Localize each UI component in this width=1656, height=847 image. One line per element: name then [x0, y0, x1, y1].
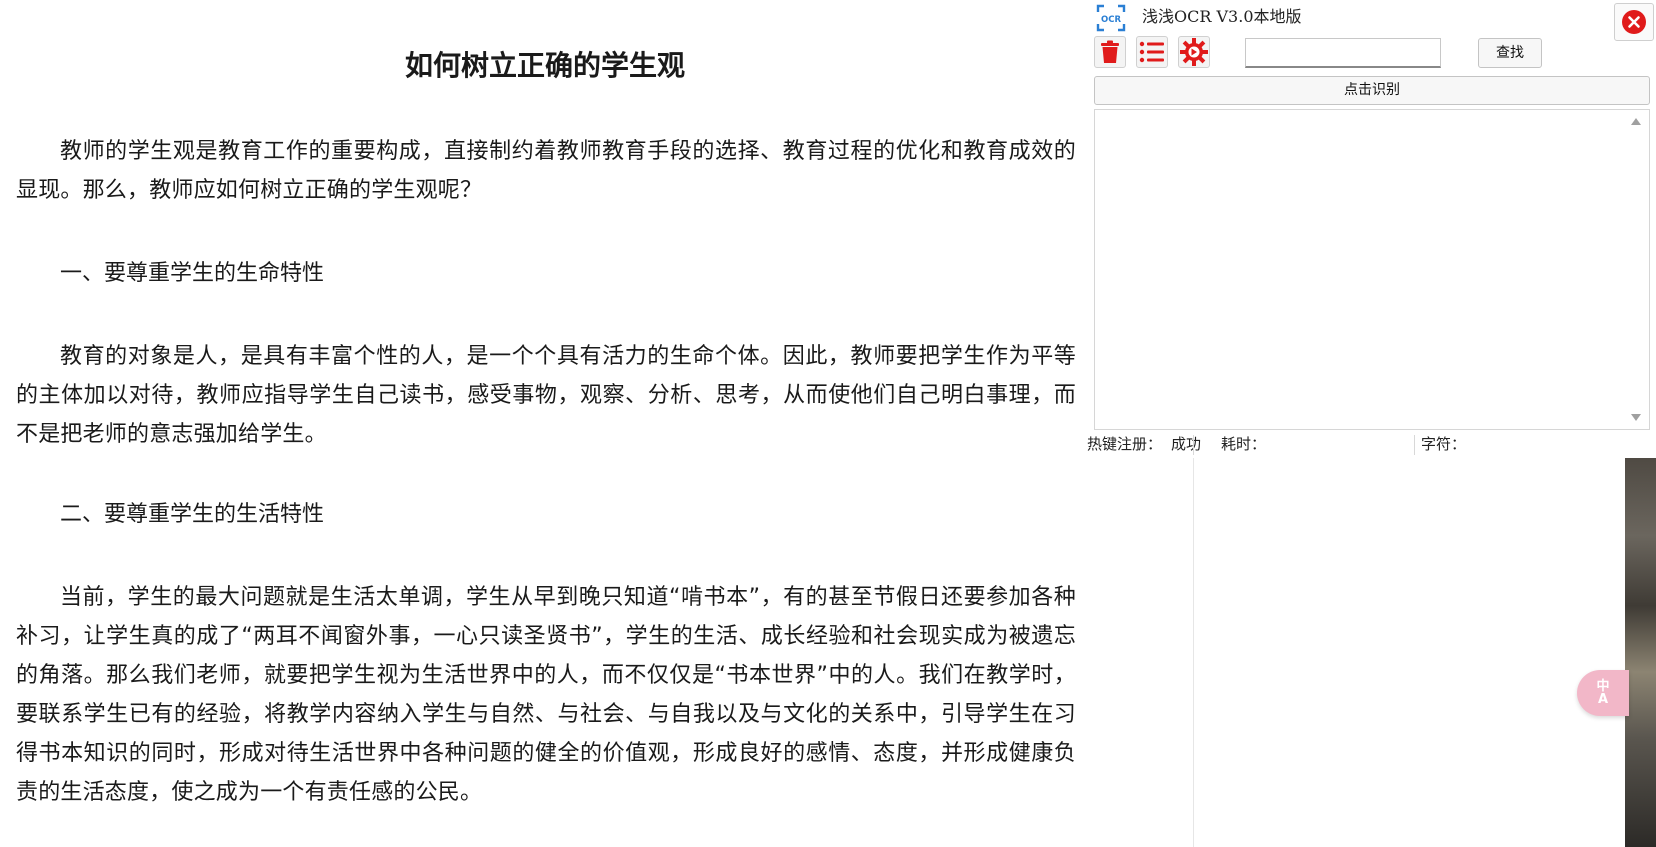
- paragraph-intro: 教师的学生观是教育工作的重要构成，直接制约着教师教育手段的选择、教育过程的优化和…: [16, 139, 1076, 203]
- status-divider: [1193, 435, 1194, 455]
- trash-icon: [1101, 40, 1119, 63]
- translate-icon-bottom: A: [1597, 692, 1609, 707]
- status-divider: [1414, 435, 1415, 455]
- recognize-button[interactable]: 点击识别: [1094, 76, 1650, 105]
- history-list-button[interactable]: [1136, 36, 1168, 68]
- char-count-label: 字符：: [1421, 435, 1467, 453]
- status-bar: 热键注册： 成功 耗时： 字符：: [1087, 432, 1656, 458]
- elapsed-time-label: 耗时：: [1221, 435, 1267, 453]
- document-title: 如何树立正确的学生观: [404, 49, 685, 82]
- paragraph-section-1: 教育的对象是人，是具有丰富个性的人，是一个个具有活力的生命个体。因此，教师要把学…: [16, 344, 1076, 447]
- ocr-result-textarea[interactable]: [1094, 109, 1650, 430]
- ocr-logo-icon: OCR: [1096, 4, 1126, 32]
- search-input[interactable]: [1245, 38, 1441, 68]
- ocr-window: OCR 浅浅OCR V3.0本地版 查找 点击识别 热键注册： 成功 耗时： 字…: [1087, 0, 1656, 847]
- list-icon: [1139, 41, 1164, 63]
- settings-button[interactable]: [1178, 36, 1210, 68]
- clear-button[interactable]: [1094, 36, 1126, 68]
- close-icon: [1622, 10, 1646, 34]
- paragraph-section-2: 当前，学生的最大问题就是生活太单调，学生从早到晚只知道“啃书本”，有的甚至节假日…: [16, 585, 1076, 805]
- close-button[interactable]: [1614, 3, 1654, 41]
- scroll-down-arrow-icon[interactable]: [1631, 414, 1641, 421]
- window-divider: [1193, 458, 1194, 847]
- find-button[interactable]: 查找: [1478, 38, 1542, 68]
- translate-float-button[interactable]: 中 A: [1577, 670, 1629, 716]
- translate-icon: 中 A: [1596, 680, 1609, 706]
- document-page: 如何树立正确的学生观 教师的学生观是教育工作的重要构成，直接制约着教师教育手段的…: [0, 0, 1085, 847]
- ocr-logo-text: OCR: [1101, 15, 1121, 25]
- section-heading-2: 二、要尊重学生的生活特性: [60, 502, 325, 527]
- background-photo-strip: [1625, 458, 1656, 847]
- app-title: 浅浅OCR V3.0本地版: [1142, 7, 1302, 26]
- section-heading-1: 一、要尊重学生的生命特性: [60, 261, 325, 286]
- gear-icon: [1180, 38, 1208, 66]
- scroll-up-arrow-icon[interactable]: [1631, 118, 1641, 125]
- hotkey-status-value: 成功: [1171, 435, 1202, 453]
- hotkey-status-label: 热键注册：: [1087, 435, 1163, 453]
